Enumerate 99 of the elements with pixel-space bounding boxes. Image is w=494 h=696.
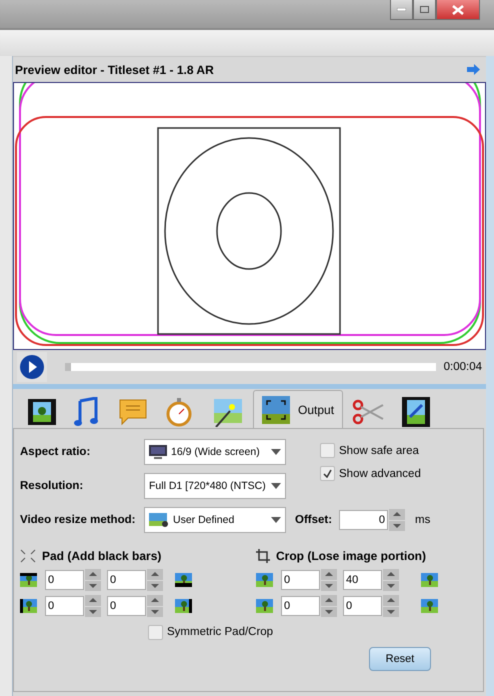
play-button[interactable]	[17, 352, 47, 382]
film-picture-icon	[28, 399, 56, 425]
down-arrow-icon	[393, 524, 401, 528]
up-arrow-icon	[393, 512, 401, 516]
checkbox[interactable]	[320, 443, 335, 458]
landscape-icon	[175, 599, 192, 613]
maximize-icon	[420, 6, 429, 13]
up-arrow-icon	[151, 598, 159, 602]
down-arrow-icon	[387, 584, 395, 588]
landscape-icon	[256, 599, 273, 613]
minimize-button[interactable]	[390, 0, 413, 20]
number-field[interactable]: 0	[45, 596, 84, 616]
checkbox[interactable]	[148, 624, 163, 640]
spin-up-button[interactable]	[147, 595, 163, 606]
spin-down-button[interactable]	[321, 606, 337, 617]
speech-bubble-icon	[118, 398, 148, 426]
time-label: 0:00:04	[444, 361, 482, 373]
number-field[interactable]: 0	[281, 570, 320, 590]
down-arrow-icon	[151, 584, 159, 588]
reset-button[interactable]: Reset	[369, 647, 431, 671]
checkbox-label: Symmetric Pad/Crop	[167, 626, 274, 638]
spin-up-button[interactable]	[85, 569, 101, 580]
down-arrow-icon	[325, 610, 333, 614]
checkmark-icon	[323, 469, 332, 478]
landscape-icon	[421, 599, 438, 613]
panel-title: Preview editor - Titleset #1 - 1.8 AR	[15, 62, 214, 76]
field-label: Video resize method:	[20, 514, 136, 526]
film-link-icon	[402, 397, 430, 427]
music-note-icon	[74, 397, 100, 427]
scissors-icon	[352, 397, 384, 427]
crop-icon	[256, 549, 270, 563]
spin-down-button[interactable]	[383, 606, 399, 617]
tab[interactable]: Output	[253, 390, 344, 428]
spin-up-button[interactable]	[321, 569, 337, 580]
up-arrow-icon	[325, 572, 333, 576]
close-button[interactable]	[436, 0, 480, 20]
caret-icon	[271, 483, 281, 489]
checkbox-label: Show advanced	[339, 468, 421, 480]
spin-down-button[interactable]	[85, 580, 101, 591]
up-arrow-icon	[387, 572, 395, 576]
playback-slider[interactable]	[65, 363, 436, 371]
number-field[interactable]: 0	[107, 570, 146, 590]
spin-up-button[interactable]	[321, 595, 337, 606]
up-arrow-icon	[89, 572, 97, 576]
slider-thumb[interactable]	[65, 363, 71, 371]
number-field[interactable]: 40	[343, 570, 382, 590]
section-title: Crop (Lose image portion)	[276, 549, 426, 563]
spin-down-button[interactable]	[85, 606, 101, 617]
landscape-icon	[20, 599, 37, 613]
down-arrow-icon	[151, 610, 159, 614]
down-arrow-icon	[387, 610, 395, 614]
field-label: Aspect ratio:	[20, 446, 92, 458]
up-arrow-icon	[151, 572, 159, 576]
close-icon	[452, 4, 464, 14]
section-title: Pad (Add black bars)	[42, 549, 162, 563]
down-arrow-icon	[89, 610, 97, 614]
caret-icon	[271, 517, 281, 523]
landscape-icon	[421, 573, 438, 587]
spin-up-button[interactable]	[147, 569, 163, 580]
magic-wand-picture-icon	[212, 397, 244, 427]
down-arrow-icon	[325, 584, 333, 588]
spin-down-button[interactable]	[389, 520, 405, 531]
maximize-button[interactable]	[413, 0, 436, 20]
caret-icon	[271, 449, 281, 455]
down-arrow-icon	[89, 584, 97, 588]
field-label: Resolution:	[20, 480, 84, 492]
spin-up-button[interactable]	[389, 509, 405, 520]
number-field[interactable]: 0	[281, 596, 320, 616]
fullscreen-icon	[262, 396, 290, 424]
checkbox[interactable]	[320, 466, 335, 481]
spin-down-button[interactable]	[321, 580, 337, 591]
landscape-gear-icon	[149, 513, 169, 527]
arrow-right-icon[interactable]	[467, 64, 480, 75]
number-field[interactable]: 0	[343, 596, 382, 616]
aspect-ratio-dropdown[interactable]: 16/9 (Wide screen)	[144, 439, 286, 465]
stopwatch-icon	[166, 397, 194, 427]
spin-up-button[interactable]	[85, 595, 101, 606]
monitor-icon	[149, 445, 167, 459]
number-field[interactable]: 0	[107, 596, 146, 616]
resolution-dropdown[interactable]: Full D1 [720*480 (NTSC)	[144, 473, 286, 499]
landscape-icon	[256, 573, 273, 587]
spin-down-button[interactable]	[383, 580, 399, 591]
field-label: Offset:	[295, 514, 334, 526]
resize-method-dropdown[interactable]: User Defined	[144, 507, 286, 533]
landscape-icon	[175, 573, 192, 587]
minimize-icon	[397, 8, 406, 11]
up-arrow-icon	[325, 598, 333, 602]
number-field[interactable]: 0	[45, 570, 84, 590]
spin-up-button[interactable]	[383, 595, 399, 606]
unit-label: ms	[415, 514, 430, 526]
spin-up-button[interactable]	[383, 569, 399, 580]
spin-down-button[interactable]	[147, 606, 163, 617]
spin-down-button[interactable]	[147, 580, 163, 591]
offset-field[interactable]: 0	[339, 510, 388, 530]
up-arrow-icon	[387, 598, 395, 602]
up-arrow-icon	[89, 598, 97, 602]
landscape-icon	[20, 573, 37, 587]
checkbox-label: Show safe area	[339, 444, 419, 456]
expand-arrows-icon	[20, 549, 36, 563]
